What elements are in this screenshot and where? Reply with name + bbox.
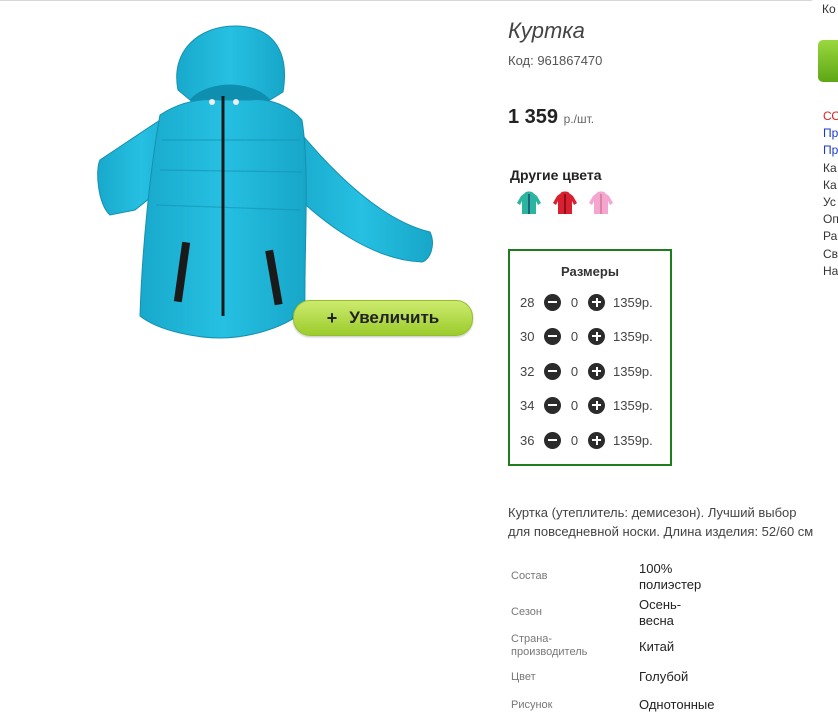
spec-value-color: Голубой xyxy=(639,669,689,684)
quantity-value[interactable]: 0 xyxy=(561,433,588,448)
plus-icon[interactable] xyxy=(588,327,605,345)
price-value: 1 359 xyxy=(508,106,559,128)
size-price: 1359р. xyxy=(613,432,653,448)
minus-icon[interactable] xyxy=(544,431,561,449)
size-row: 32 0 1359р. xyxy=(520,361,653,381)
size-label: 34 xyxy=(520,397,535,413)
color-swatches xyxy=(516,190,614,216)
sidebar-links: СО Пр Пр Ка Ка Ус Оп Ра Св На xyxy=(823,108,838,280)
sidebar-link[interactable]: Св xyxy=(823,246,838,263)
size-price: 1359р. xyxy=(613,294,653,310)
size-label: 30 xyxy=(520,328,535,344)
spec-label-color: Цвет xyxy=(511,671,536,683)
description-line: для повседневной носки. Длина изделия: 5… xyxy=(508,524,814,539)
size-row: 30 0 1359р. xyxy=(520,326,653,346)
quantity-value[interactable]: 0 xyxy=(561,329,588,344)
spec-value-line: 100% xyxy=(639,561,673,576)
spec-label-composition: Состав xyxy=(511,570,548,582)
spec-value-line: весна xyxy=(639,613,674,628)
sidebar-link[interactable]: Пр xyxy=(823,142,838,159)
quantity-value[interactable]: 0 xyxy=(561,295,588,310)
sidebar-link[interactable]: Пр xyxy=(823,125,838,142)
sidebar-link[interactable]: На xyxy=(823,263,838,280)
sidebar-link[interactable]: Ус xyxy=(823,194,838,211)
spec-value-pattern: Однотонные xyxy=(639,697,715,712)
quantity-value[interactable]: 0 xyxy=(561,364,588,379)
top-divider xyxy=(0,0,812,1)
minus-icon[interactable] xyxy=(544,293,561,311)
product-price: 1 359 р./шт. xyxy=(508,106,594,129)
size-label: 28 xyxy=(520,294,535,310)
minus-icon[interactable] xyxy=(544,396,561,414)
sizes-panel: Размеры 28 0 1359р. 30 0 1359р. 32 0 135… xyxy=(508,249,672,466)
minus-icon[interactable] xyxy=(544,362,561,380)
sidebar-link[interactable]: СО xyxy=(823,108,838,125)
size-row: 34 0 1359р. xyxy=(520,395,653,415)
plus-icon[interactable] xyxy=(588,293,605,311)
plus-icon[interactable] xyxy=(588,396,605,414)
sidebar-link[interactable]: Оп xyxy=(823,211,838,228)
sidebar-link[interactable]: Ка xyxy=(823,160,838,177)
cart-button[interactable] xyxy=(818,40,838,82)
minus-icon[interactable] xyxy=(544,327,561,345)
zoom-button[interactable]: + Увеличить xyxy=(293,300,473,336)
spec-value-line: Осень- xyxy=(639,597,682,612)
size-row: 28 0 1359р. xyxy=(520,292,653,312)
other-colors-title: Другие цвета xyxy=(510,167,602,183)
sidebar-link[interactable]: Ка xyxy=(823,177,838,194)
spec-label-line: Страна- xyxy=(511,633,553,645)
zoom-plus-icon: + xyxy=(326,307,338,328)
size-label: 32 xyxy=(520,363,535,379)
size-price: 1359р. xyxy=(613,328,653,344)
plus-icon[interactable] xyxy=(588,362,605,380)
product-title: Куртка xyxy=(508,18,585,43)
size-label: 36 xyxy=(520,432,535,448)
zoom-label: Увеличить xyxy=(349,308,440,327)
size-price: 1359р. xyxy=(613,363,653,379)
header-cutoff-text: Ко xyxy=(822,2,836,16)
jacket-red-icon[interactable] xyxy=(552,190,578,216)
size-price: 1359р. xyxy=(613,397,653,413)
spec-label-line: производитель xyxy=(511,646,588,658)
description-line: Куртка (утеплитель: демисезон). Лучший в… xyxy=(508,505,797,520)
spec-value-season: Осень- весна xyxy=(639,597,681,629)
price-unit: р./шт. xyxy=(563,112,595,126)
spec-label-country: Страна- производитель xyxy=(511,633,587,659)
spec-value-line: полиэстер xyxy=(639,577,702,592)
plus-icon[interactable] xyxy=(588,431,605,449)
size-row: 36 0 1359р. xyxy=(520,430,653,450)
jacket-illustration xyxy=(97,25,433,339)
spec-value-composition: 100% полиэстер xyxy=(639,561,701,593)
spec-label-season: Сезон xyxy=(511,606,542,618)
product-description: Куртка (утеплитель: демисезон). Лучший в… xyxy=(508,503,838,541)
sidebar-link[interactable]: Ра xyxy=(823,228,838,245)
product-code: Код: 961867470 xyxy=(508,53,603,68)
sizes-title: Размеры xyxy=(561,264,619,279)
spec-value-country: Китай xyxy=(639,639,675,654)
quantity-value[interactable]: 0 xyxy=(561,398,588,413)
product-image[interactable] xyxy=(90,20,440,345)
spec-label-pattern: Рисунок xyxy=(511,699,553,711)
jacket-teal-icon[interactable] xyxy=(516,190,542,216)
jacket-pink-icon[interactable] xyxy=(588,190,614,216)
